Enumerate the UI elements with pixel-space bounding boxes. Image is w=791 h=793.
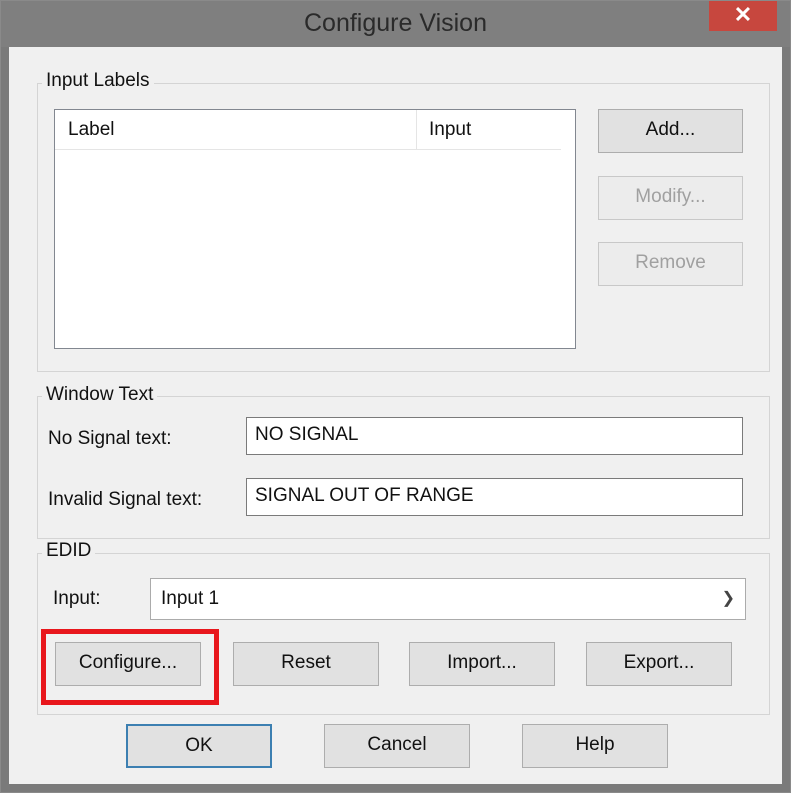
dialog-client-area: Input Labels Label Input Add... Modify..… [9,47,782,784]
ok-button[interactable]: OK [126,724,272,768]
cancel-button[interactable]: Cancel [324,724,470,768]
help-button[interactable]: Help [522,724,668,768]
input-labels-list[interactable]: Label Input [54,109,576,349]
edid-input-label: Input: [53,588,101,609]
close-icon: ✕ [733,2,753,27]
no-signal-input[interactable]: NO SIGNAL [246,417,743,455]
export-button[interactable]: Export... [586,642,732,686]
add-button[interactable]: Add... [598,109,743,153]
column-header-input[interactable]: Input [417,110,561,150]
window-text-legend: Window Text [42,384,158,406]
close-button[interactable]: ✕ [709,1,777,31]
input-labels-legend: Input Labels [42,70,154,92]
chevron-down-icon[interactable]: ❯ [722,579,735,619]
invalid-signal-label: Invalid Signal text: [48,489,203,510]
no-signal-label: No Signal text: [48,428,172,449]
window-title: Configure Vision [304,9,487,37]
reset-button[interactable]: Reset [233,642,379,686]
dialog-window: Configure Vision ✕ Input Labels Label In… [0,0,791,793]
configure-button[interactable]: Configure... [55,642,201,686]
edid-input-selected: Input 1 [161,588,220,609]
modify-button[interactable]: Modify... [598,176,743,220]
edid-input-dropdown[interactable]: Input 1 ❯ [150,578,746,620]
column-header-label[interactable]: Label [55,110,417,150]
remove-button[interactable]: Remove [598,242,743,286]
invalid-signal-input[interactable]: SIGNAL OUT OF RANGE [246,478,743,516]
title-bar[interactable]: Configure Vision ✕ [1,1,790,47]
edid-legend: EDID [42,540,96,562]
import-button[interactable]: Import... [409,642,555,686]
